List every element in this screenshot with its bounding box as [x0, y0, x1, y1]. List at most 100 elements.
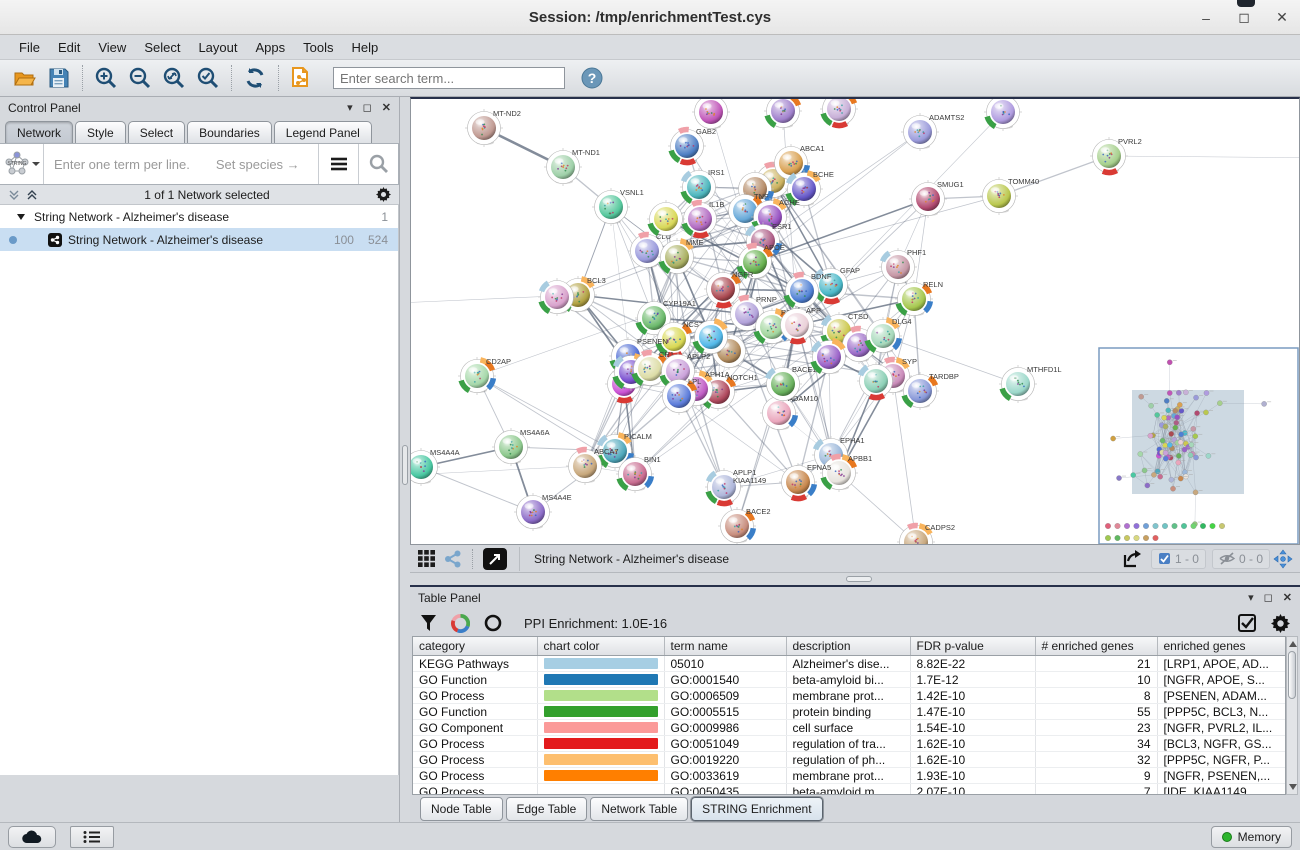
network-collection-row[interactable]: String Network - Alzheimer's disease 1	[0, 205, 398, 228]
splitter-handle[interactable]	[402, 445, 408, 485]
network-node[interactable]: RELN	[895, 280, 943, 318]
tab-legend-panel[interactable]: Legend Panel	[274, 121, 372, 143]
selected-checkbox-icon[interactable]	[1158, 552, 1171, 565]
memory-button[interactable]: Memory	[1211, 826, 1292, 848]
network-node[interactable]: MTHFD1L	[999, 365, 1062, 403]
table-row[interactable]: GO ComponentGO:0009986cell surface1.54E-…	[413, 720, 1286, 736]
panel-close-icon[interactable]: ✕	[1283, 591, 1292, 604]
menu-apps[interactable]: Apps	[247, 37, 295, 58]
string-protein-query-icon[interactable]: STRING	[0, 144, 44, 184]
tab-style[interactable]: Style	[75, 121, 126, 143]
menu-select[interactable]: Select	[135, 37, 189, 58]
network-node[interactable]: MS4A4A	[411, 448, 460, 486]
panel-collapse-icon[interactable]: ▾	[1248, 591, 1254, 604]
network-node[interactable]: BACE2	[718, 507, 771, 545]
menu-help[interactable]: Help	[343, 37, 388, 58]
network-node[interactable]: IL1B	[681, 200, 724, 238]
table-row[interactable]: GO ProcessGO:0006509membrane prot...1.42…	[413, 688, 1286, 704]
network-view-canvas[interactable]: MT-ND2MT-ND1VSNL1GAB2IRS1CHATABCA1BCHEIL…	[410, 97, 1300, 545]
string-search-icon[interactable]	[358, 144, 398, 184]
zoom-fit-icon[interactable]	[157, 63, 191, 93]
scrollbar-thumb[interactable]	[1288, 651, 1296, 699]
table-row[interactable]: GO ProcessGO:0019220regulation of ph...1…	[413, 752, 1286, 768]
filter-icon[interactable]	[420, 614, 437, 632]
string-options-icon[interactable]	[318, 144, 358, 184]
zoom-in-icon[interactable]	[89, 63, 123, 93]
task-history-button[interactable]	[70, 826, 114, 848]
network-row[interactable]: String Network - Alzheimer's disease 100…	[0, 228, 398, 251]
network-node[interactable]: APLP1KIAA1149	[705, 468, 766, 506]
network-list-gear-icon[interactable]	[376, 187, 391, 202]
birds-eye-view[interactable]	[1099, 348, 1298, 544]
enrichment-table[interactable]: categorychart colorterm namedescriptionF…	[412, 636, 1286, 795]
string-species-hint[interactable]: Set species →	[216, 157, 300, 172]
open-file-button[interactable]	[8, 63, 42, 93]
table-row[interactable]: GO ProcessGO:0051049regulation of tra...…	[413, 736, 1286, 752]
table-row[interactable]: GO ProcessGO:0050435beta-amyloid m...2.0…	[413, 784, 1286, 796]
expand-all-icon[interactable]	[8, 189, 20, 201]
menu-edit[interactable]: Edit	[49, 37, 89, 58]
maximize-button[interactable]: ◻	[1236, 9, 1252, 26]
tab-edge-table[interactable]: Edge Table	[506, 797, 588, 821]
minimize-button[interactable]: –	[1198, 10, 1214, 26]
column-header-chart-color[interactable]: chart color	[537, 637, 664, 656]
network-node[interactable]: MME	[658, 238, 704, 276]
column-header-term-name[interactable]: term name	[664, 637, 786, 656]
panel-float-icon[interactable]: ◻	[363, 101, 372, 114]
string-term-placeholder[interactable]: Enter one term per line.	[54, 157, 190, 172]
network-from-file-icon[interactable]	[285, 63, 319, 93]
close-button[interactable]: ✕	[1274, 9, 1290, 26]
tab-network-table[interactable]: Network Table	[590, 797, 688, 821]
network-node[interactable]	[820, 99, 858, 128]
table-row[interactable]: GO FunctionGO:0001540beta-amyloid bi...1…	[413, 672, 1286, 688]
share-view-icon[interactable]	[440, 547, 466, 571]
menu-file[interactable]: File	[10, 37, 49, 58]
scroll-down-arrow[interactable]	[1289, 784, 1297, 790]
network-node[interactable]	[984, 99, 1022, 131]
clear-color-ring-icon[interactable]	[484, 614, 502, 632]
table-scrollbar[interactable]	[1286, 636, 1298, 795]
network-node[interactable]: ADAMTS2	[901, 113, 964, 151]
network-node[interactable]: MT-ND1	[544, 148, 600, 186]
network-node[interactable]: MS4A4E	[514, 493, 572, 531]
scroll-up-arrow[interactable]	[1289, 641, 1297, 647]
network-node[interactable]	[764, 99, 802, 130]
tree-expander-icon[interactable]	[16, 212, 26, 222]
hidden-eye-icon[interactable]	[1219, 552, 1235, 565]
tab-node-table[interactable]: Node Table	[420, 797, 503, 821]
splitter-handle[interactable]	[846, 576, 872, 582]
menu-tools[interactable]: Tools	[294, 37, 342, 58]
column-header-category[interactable]: category	[413, 637, 537, 656]
network-node[interactable]: MS4A6A	[492, 428, 550, 466]
help-icon[interactable]: ?	[575, 63, 609, 93]
annotation-mode-icon[interactable]	[483, 548, 507, 570]
tab-string-enrichment[interactable]: STRING Enrichment	[691, 797, 822, 821]
tab-boundaries[interactable]: Boundaries	[187, 121, 272, 143]
network-node[interactable]: SMUG1	[909, 180, 964, 218]
column-header-enriched-genes[interactable]: enriched genes	[1157, 637, 1286, 656]
select-rows-checkbox-icon[interactable]	[1238, 614, 1257, 633]
table-row[interactable]: GO FunctionGO:0005515protein binding1.47…	[413, 704, 1286, 720]
chart-color-palette-icon[interactable]	[451, 614, 470, 633]
panel-close-icon[interactable]: ✕	[382, 101, 391, 114]
zoom-selected-icon[interactable]	[191, 63, 225, 93]
menu-view[interactable]: View	[89, 37, 135, 58]
export-network-icon[interactable]	[1119, 547, 1145, 571]
network-node[interactable]: CD2AP	[458, 357, 511, 395]
vertical-splitter[interactable]	[400, 97, 410, 822]
table-row[interactable]: GO ProcessGO:0033619membrane prot...1.93…	[413, 768, 1286, 784]
enrichment-settings-gear-icon[interactable]	[1271, 614, 1290, 633]
network-node[interactable]: DLG4	[864, 317, 912, 355]
column-header-description[interactable]: description	[786, 637, 910, 656]
panel-float-icon[interactable]: ◻	[1264, 591, 1273, 604]
tab-select[interactable]: Select	[128, 121, 185, 143]
grid-view-icon[interactable]	[414, 547, 440, 571]
network-node[interactable]: GAB2	[668, 127, 716, 165]
menu-layout[interactable]: Layout	[189, 37, 246, 58]
table-row[interactable]: KEGG Pathways05010Alzheimer's dise...8.8…	[413, 656, 1286, 672]
column-header-FDR-p-value[interactable]: FDR p-value	[910, 637, 1035, 656]
birds-eye-toggle-icon[interactable]	[1270, 547, 1296, 571]
network-node[interactable]	[810, 338, 848, 376]
tab-network[interactable]: Network	[5, 121, 73, 143]
panel-collapse-icon[interactable]: ▾	[347, 101, 353, 114]
